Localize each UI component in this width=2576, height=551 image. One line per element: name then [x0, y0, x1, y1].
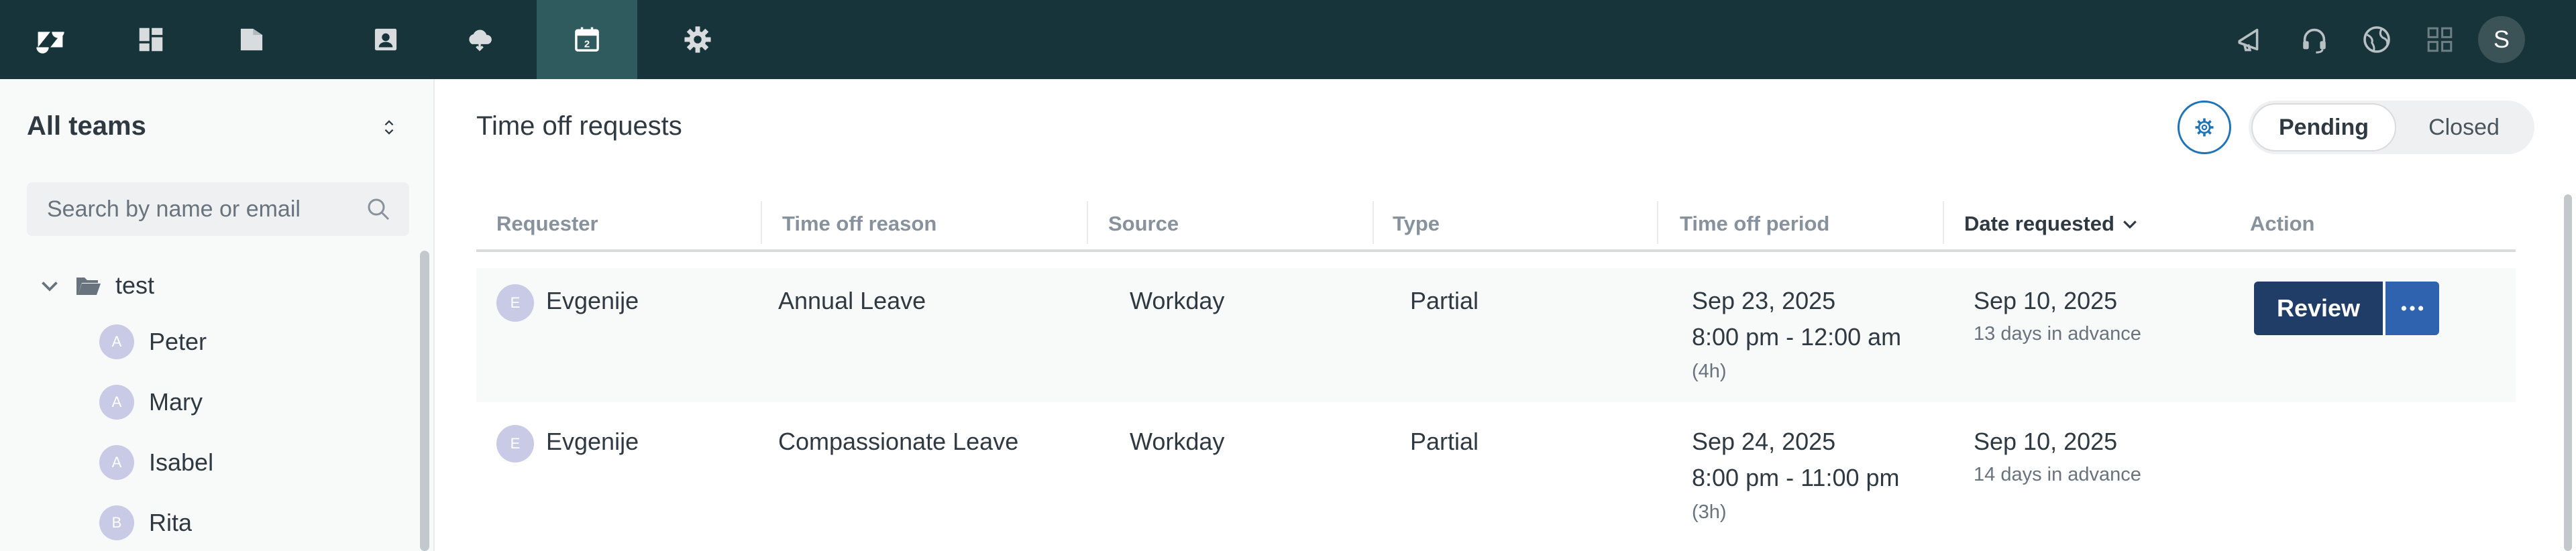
team-member-item[interactable]: A Mary	[99, 382, 203, 422]
sidebar-title: All teams	[27, 111, 146, 141]
column-header-type[interactable]: Type	[1393, 212, 1440, 236]
column-divider	[1657, 201, 1658, 244]
period-date: Sep 23, 2025	[1692, 287, 1836, 314]
column-header-reason[interactable]: Time off reason	[782, 212, 936, 236]
type: Partial	[1410, 287, 1479, 314]
column-divider	[1373, 201, 1374, 244]
period-date: Sep 24, 2025	[1692, 428, 1836, 455]
member-name: Peter	[149, 328, 207, 355]
column-divider	[761, 201, 762, 244]
requester-avatar: E	[496, 425, 534, 463]
member-avatar: B	[99, 505, 134, 540]
column-header-period[interactable]: Time off period	[1680, 212, 1829, 236]
more-actions-button[interactable]	[2385, 282, 2439, 335]
sort-chevron-down-icon	[2123, 221, 2137, 229]
settings-gear-icon[interactable]	[647, 0, 748, 79]
search-input[interactable]	[27, 182, 409, 236]
column-divider	[1943, 201, 1944, 244]
column-header-action: Action	[2250, 212, 2315, 235]
member-avatar: A	[99, 385, 134, 420]
more-dots-icon	[2401, 306, 2424, 311]
period-time: 8:00 pm - 11:00 pm	[1692, 464, 1900, 491]
table-settings-button[interactable]	[2178, 101, 2231, 154]
user-avatar[interactable]: S	[2478, 16, 2525, 63]
requester-name: Evgenije	[546, 287, 639, 314]
team-member-item[interactable]: B Rita	[99, 503, 192, 543]
folder-icon[interactable]	[201, 0, 302, 79]
member-avatar: A	[99, 445, 134, 480]
team-member-item[interactable]: A Isabel	[99, 442, 213, 483]
main-scrollbar[interactable]	[2564, 194, 2572, 551]
calendar-icon[interactable]: 2	[537, 0, 637, 79]
review-button[interactable]: Review	[2254, 282, 2383, 335]
pending-filter-button[interactable]: Pending	[2251, 103, 2396, 151]
zendesk-logo-icon[interactable]	[0, 0, 101, 79]
member-avatar: A	[99, 324, 134, 359]
requester-name: Evgenije	[546, 428, 639, 455]
top-navigation-bar: 2 S	[0, 0, 2576, 79]
settings-gear-icon	[2195, 118, 2214, 137]
table-row[interactable]: E Evgenije Compassionate Leave Workday P…	[476, 409, 2516, 543]
search-icon	[368, 198, 390, 221]
closed-filter-button[interactable]: Closed	[2396, 103, 2532, 151]
time-off-reason: Annual Leave	[778, 287, 926, 314]
advance-notice: 14 days in advance	[1974, 464, 2141, 485]
date-requested: Sep 10, 2025	[1974, 428, 2118, 455]
teams-sidebar: All teams test A Peter A Mary A Isabel B…	[0, 79, 435, 551]
collapse-chevrons-icon[interactable]	[376, 111, 402, 143]
period-time: 8:00 pm - 12:00 am	[1692, 323, 1902, 351]
column-divider	[1087, 201, 1088, 244]
member-name: Isabel	[149, 448, 214, 476]
contact-book-icon[interactable]	[335, 0, 436, 79]
source: Workday	[1130, 287, 1225, 314]
time-off-reason: Compassionate Leave	[778, 428, 1019, 455]
team-member-item[interactable]: A Peter	[99, 322, 207, 362]
cloud-icon[interactable]	[429, 0, 530, 79]
column-header-requester[interactable]: Requester	[496, 212, 598, 236]
date-requested: Sep 10, 2025	[1974, 287, 2118, 314]
svg-text:2: 2	[584, 39, 590, 50]
column-header-date-requested[interactable]: Date requested	[1964, 212, 2140, 236]
apps-grid-icon[interactable]	[2423, 23, 2457, 56]
period-duration: (4h)	[1692, 361, 1727, 382]
advance-notice: 13 days in advance	[1974, 323, 2141, 345]
source: Workday	[1130, 428, 1225, 455]
table-header: Requester Time off reason Source Type Ti…	[476, 201, 2516, 252]
search-box	[27, 182, 409, 236]
member-name: Mary	[149, 388, 203, 416]
table-row[interactable]: E Evgenije Annual Leave Workday Partial …	[476, 268, 2516, 402]
type: Partial	[1410, 428, 1479, 455]
sidebar-scrollbar[interactable]	[420, 251, 429, 551]
team-tree-root[interactable]: test	[38, 265, 154, 306]
page-title: Time off requests	[476, 111, 682, 141]
folder-open-icon	[76, 278, 101, 295]
dashboard-icon[interactable]	[101, 0, 201, 79]
member-name: Rita	[149, 509, 193, 536]
megaphone-icon[interactable]	[2234, 23, 2267, 56]
team-label: test	[115, 271, 155, 299]
headset-icon[interactable]	[2298, 23, 2331, 56]
requester-avatar: E	[496, 284, 534, 322]
column-header-source[interactable]: Source	[1108, 212, 1179, 236]
status-filter-toggle: Pending Closed	[2249, 101, 2534, 154]
column-header-date-requested-label: Date requested	[1964, 212, 2114, 235]
chevron-down-icon[interactable]	[38, 273, 62, 298]
period-duration: (3h)	[1692, 501, 1727, 523]
globe-icon[interactable]	[2360, 23, 2394, 56]
